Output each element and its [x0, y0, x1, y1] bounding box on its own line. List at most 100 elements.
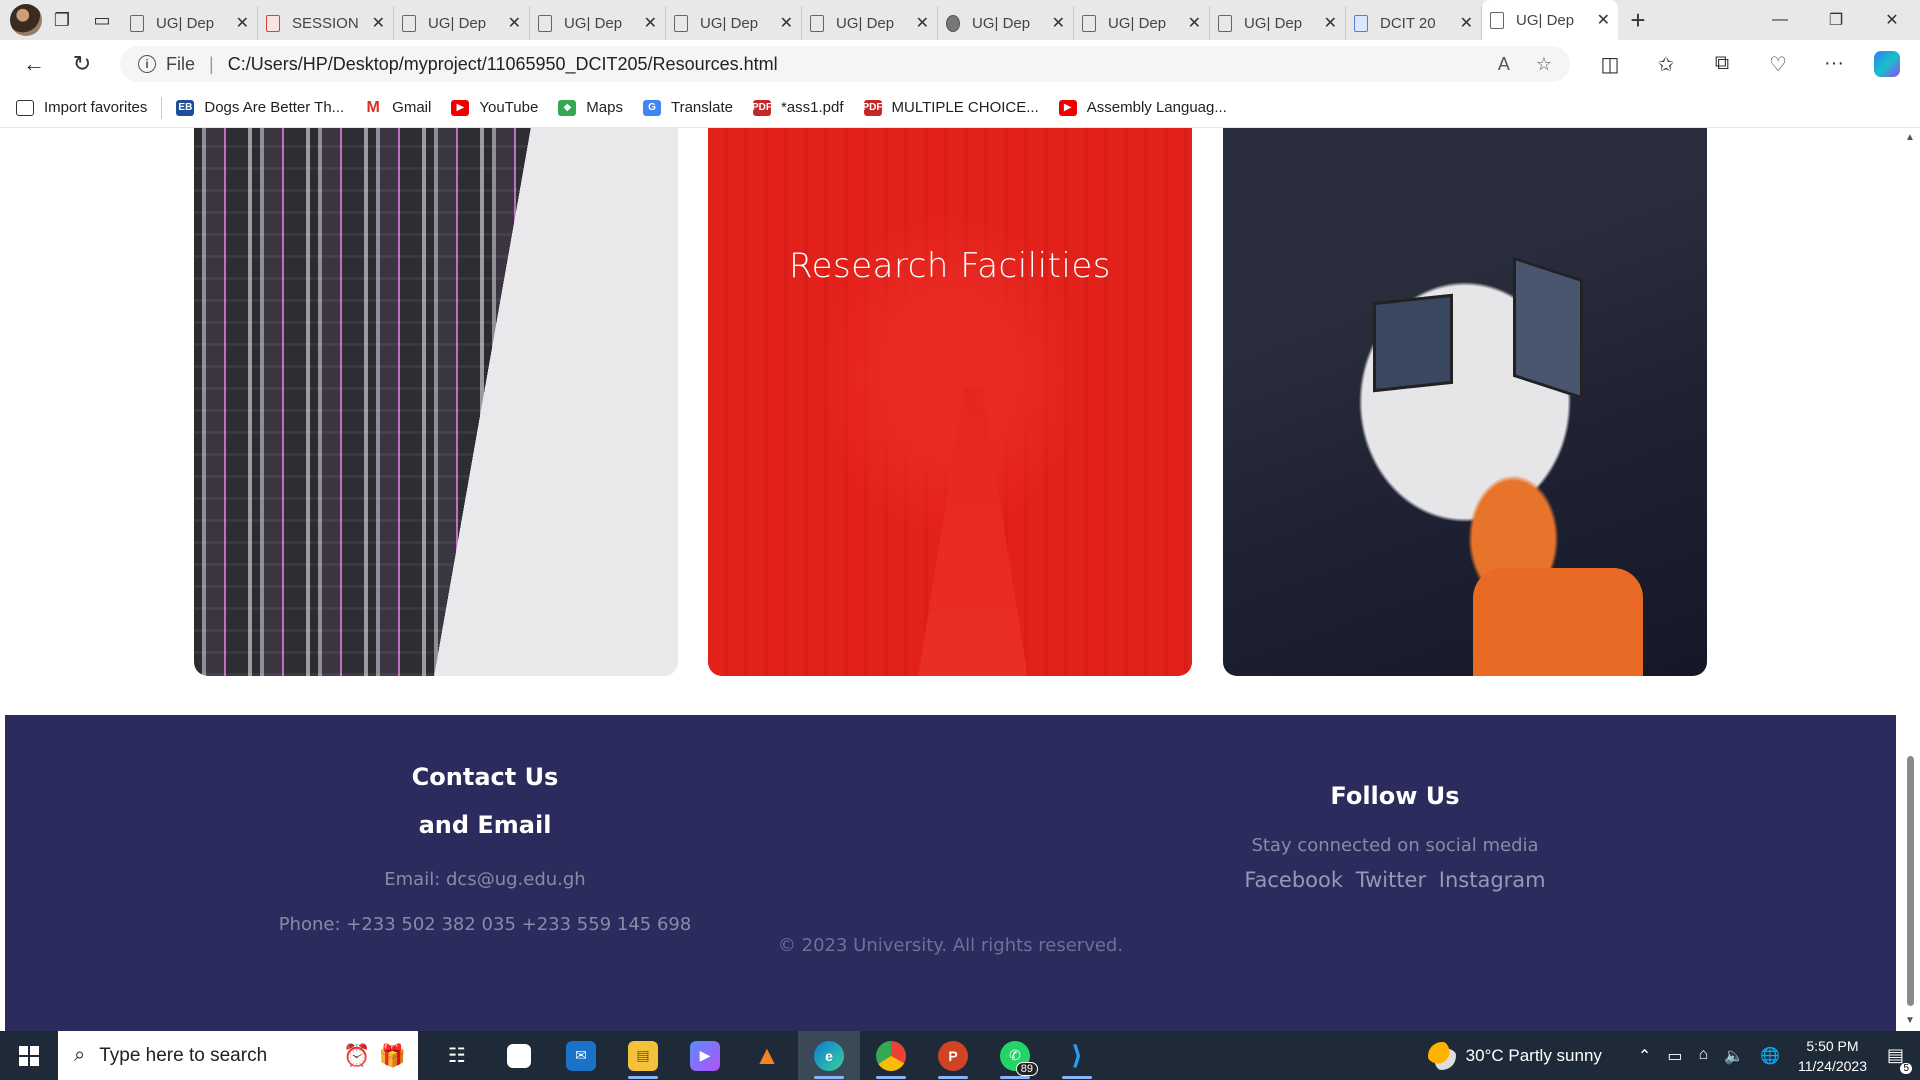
contact-phone: Phone: +233 502 382 035 +233 559 145 698: [278, 914, 692, 935]
profile-avatar[interactable]: [10, 4, 42, 36]
network-icon[interactable]: ⌂: [1698, 1046, 1708, 1066]
volume-icon[interactable]: 🔈: [1724, 1046, 1744, 1066]
close-icon[interactable]: ✕: [644, 13, 657, 33]
page-icon: [538, 14, 552, 32]
tab[interactable]: UG| Dep ✕: [394, 6, 530, 40]
mail-icon[interactable]: ✉: [550, 1031, 612, 1080]
tab[interactable]: UG| Dep ✕: [938, 6, 1074, 40]
notification-icon[interactable]: ▤ 5: [1887, 1045, 1912, 1074]
servers-card[interactable]: [194, 128, 678, 676]
tab[interactable]: UG| Dep ✕: [802, 6, 938, 40]
tab[interactable]: DCIT 20 ✕: [1346, 6, 1482, 40]
favorite-item[interactable]: ◆ Maps: [558, 99, 623, 116]
favorite-item[interactable]: PDF *ass1.pdf: [752, 99, 844, 116]
tab[interactable]: UG| Dep ✕: [666, 6, 802, 40]
vlc-icon[interactable]: ▲: [736, 1031, 798, 1080]
tab[interactable]: UG| Dep ✕: [1074, 6, 1210, 40]
favorites-bar: Import favorites EB Dogs Are Better Th...…: [0, 88, 1920, 128]
new-tab-button[interactable]: +: [1618, 5, 1658, 36]
close-icon[interactable]: ✕: [1460, 13, 1473, 33]
battery-icon[interactable]: ▭: [1667, 1046, 1682, 1066]
restore-icon[interactable]: ❐: [1808, 0, 1864, 40]
pdf-icon: PDF: [863, 99, 883, 116]
close-icon[interactable]: ✕: [236, 13, 249, 33]
translate-icon: G: [642, 99, 661, 116]
split-screen-icon[interactable]: ◫: [1582, 52, 1638, 77]
microsoft-store-icon[interactable]: [488, 1031, 550, 1080]
chrome-icon[interactable]: [860, 1031, 922, 1080]
contact-email[interactable]: Email: dcs@ug.edu.gh: [265, 869, 705, 890]
clock[interactable]: 5:50 PM 11/24/2023: [1798, 1036, 1867, 1076]
twitter-link[interactable]: Twitter: [1356, 868, 1426, 892]
page-icon: [1082, 14, 1096, 32]
whatsapp-icon[interactable]: ✆ 89: [984, 1031, 1046, 1080]
favorite-item[interactable]: M Gmail: [364, 99, 432, 117]
app-hexagon-icon[interactable]: ▶: [674, 1031, 736, 1080]
taskbar-search[interactable]: ⌕ Type here to search ⏰ 🎁: [58, 1031, 418, 1080]
close-icon[interactable]: ✕: [780, 13, 793, 33]
tab[interactable]: UG| Dep ✕: [530, 6, 666, 40]
refresh-icon[interactable]: ↻: [58, 40, 106, 88]
scroll-up-icon[interactable]: ▲: [1900, 128, 1920, 148]
page-icon: [674, 14, 688, 32]
facebook-link[interactable]: Facebook: [1244, 868, 1343, 892]
workspaces-icon[interactable]: ❐: [42, 0, 82, 40]
address-bar: ← ↻ i File | C:/Users/HP/Desktop/myproje…: [0, 40, 1920, 88]
close-icon[interactable]: ✕: [1052, 13, 1065, 33]
favorite-item[interactable]: PDF MULTIPLE CHOICE...: [863, 99, 1039, 116]
favorite-item[interactable]: ▶ Assembly Languag...: [1058, 99, 1227, 116]
close-icon[interactable]: ✕: [1188, 13, 1201, 33]
collections-icon[interactable]: ⧉: [1694, 52, 1750, 77]
favorite-import[interactable]: Import favorites: [16, 99, 147, 116]
url-text[interactable]: C:/Users/HP/Desktop/myproject/11065950_D…: [228, 54, 1472, 75]
page-scrollbar[interactable]: ▲ ▼: [1900, 128, 1920, 1031]
language-icon[interactable]: 🌐: [1760, 1046, 1780, 1066]
edge-icon[interactable]: e: [798, 1031, 860, 1080]
social-links: Facebook Twitter Instagram: [1230, 868, 1560, 892]
weather-text[interactable]: 30°C Partly sunny: [1466, 1046, 1602, 1066]
vscode-icon[interactable]: ⟩: [1046, 1031, 1108, 1080]
close-icon[interactable]: ✕: [916, 13, 929, 33]
research-facilities-card[interactable]: Research Facilities: [708, 128, 1192, 676]
card-caption: Research Facilities: [789, 246, 1111, 286]
browser-essentials-icon[interactable]: ♡: [1750, 52, 1806, 77]
page-viewport: Research Facilities Contact Us and Email…: [0, 128, 1900, 1031]
more-options-icon[interactable]: ···: [1806, 52, 1862, 77]
scroll-thumb[interactable]: [1907, 756, 1914, 1006]
students-card[interactable]: [1223, 128, 1707, 676]
tab-title: UG| Dep: [972, 14, 1031, 32]
follow-title: Follow Us: [1330, 782, 1460, 810]
search-highlight-icons[interactable]: ⏰ 🎁: [343, 1043, 406, 1069]
task-view-icon[interactable]: ☷: [426, 1031, 488, 1080]
copilot-icon[interactable]: [1874, 51, 1900, 77]
favorite-star-icon[interactable]: ☆: [1536, 54, 1552, 75]
tab[interactable]: UG| Dep ✕: [1210, 6, 1346, 40]
read-aloud-icon[interactable]: A: [1498, 54, 1510, 75]
file-explorer-icon[interactable]: ▤: [612, 1031, 674, 1080]
favorites-icon[interactable]: ✩: [1638, 52, 1694, 77]
back-icon[interactable]: ←: [10, 40, 58, 88]
info-icon[interactable]: i: [138, 55, 156, 73]
start-button[interactable]: [0, 1031, 58, 1080]
tab[interactable]: UG| Dep ✕: [122, 6, 258, 40]
tab[interactable]: SESSION ✕: [258, 6, 394, 40]
page-icon: [130, 14, 144, 32]
tab-actions-icon[interactable]: ▭: [82, 0, 122, 40]
close-window-icon[interactable]: ✕: [1864, 0, 1920, 40]
close-icon[interactable]: ✕: [508, 13, 521, 33]
weather-icon[interactable]: [1427, 1041, 1456, 1070]
favorite-item[interactable]: ▶ YouTube: [451, 99, 538, 116]
favorite-item[interactable]: G Translate: [642, 99, 733, 116]
instagram-link[interactable]: Instagram: [1439, 868, 1546, 892]
close-icon[interactable]: ✕: [1324, 13, 1337, 33]
tab-active[interactable]: UG| Dep ✕: [1482, 0, 1618, 40]
powerpoint-icon[interactable]: P: [922, 1031, 984, 1080]
chevron-up-icon[interactable]: ⌃: [1638, 1046, 1651, 1066]
scroll-down-icon[interactable]: ▼: [1900, 1011, 1920, 1031]
minimize-icon[interactable]: —: [1752, 0, 1808, 40]
favorite-label: MULTIPLE CHOICE...: [891, 99, 1039, 116]
close-icon[interactable]: ✕: [1597, 10, 1610, 30]
url-field[interactable]: i File | C:/Users/HP/Desktop/myproject/1…: [120, 46, 1570, 82]
favorite-item[interactable]: EB Dogs Are Better Th...: [176, 99, 344, 116]
close-icon[interactable]: ✕: [372, 13, 385, 33]
